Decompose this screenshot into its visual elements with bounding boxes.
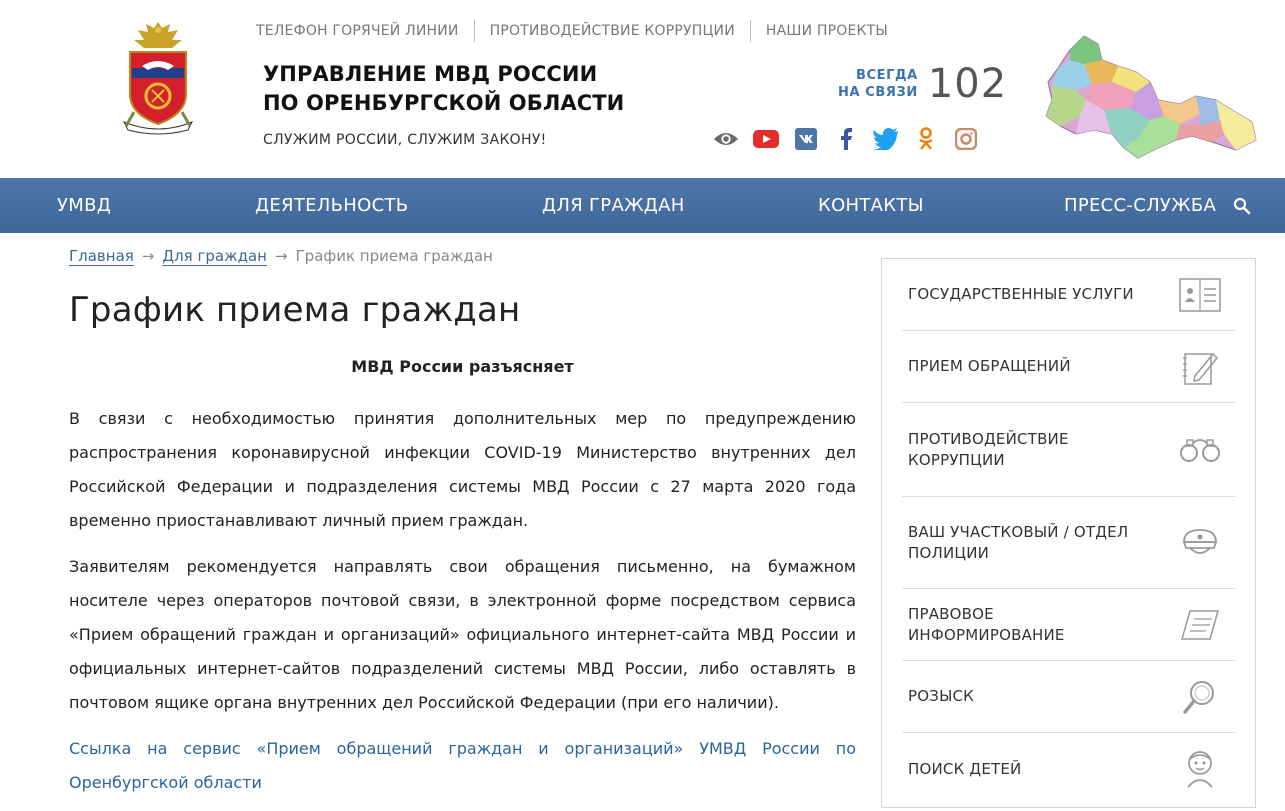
slogan: СЛУЖИМ РОССИИ, СЛУЖИМ ЗАКОНУ! <box>263 132 547 148</box>
magnifier-icon <box>1178 675 1222 719</box>
nav-item-contacts[interactable]: КОНТАКТЫ <box>818 178 924 233</box>
hotline-label-line2: НА СВЯЗИ <box>838 85 918 100</box>
breadcrumb-current: График приема граждан <box>295 247 493 265</box>
facebook-icon[interactable] <box>833 126 859 152</box>
article-paragraph: Заявителям рекомендуется направлять свои… <box>69 557 856 712</box>
sidebar-item-label: ПРОТИВОДЕЙСТВИЕ КОРРУПЦИИ <box>908 429 1069 469</box>
org-title-line2: ПО ОРЕНБУРГСКОЙ ОБЛАСТИ <box>263 91 625 115</box>
vk-icon[interactable] <box>793 126 819 152</box>
mvd-emblem-icon[interactable] <box>118 18 198 136</box>
social-links <box>713 126 979 152</box>
instagram-icon[interactable] <box>953 126 979 152</box>
hotline-block[interactable]: ВСЕГДА НА СВЯЗИ 102 <box>838 64 1007 104</box>
nav-item-for-citizens[interactable]: ДЛЯ ГРАЖДАН <box>542 178 685 233</box>
region-map-icon[interactable] <box>1040 30 1260 162</box>
search-icon[interactable] <box>1233 197 1251 215</box>
breadcrumb-section[interactable]: Для граждан <box>162 247 267 265</box>
sidebar-menu: ГОСУДАРСТВЕННЫЕ УСЛУГИ ПРИЕМ ОБРАЩЕНИЙ П… <box>881 258 1256 808</box>
sidebar-item-label: ВАШ УЧАСТКОВЫЙ / ОТДЕЛ ПОЛИЦИИ <box>908 522 1129 562</box>
document-icon <box>1178 603 1222 647</box>
hotline-number: 102 <box>927 61 1008 107</box>
sidebar-item-label: ПОИСК ДЕТЕЙ <box>908 759 1022 778</box>
article-subtitle: МВД России разъясняет <box>351 357 574 376</box>
sidebar-item-wanted[interactable]: РОЗЫСК <box>902 661 1236 733</box>
our-projects-link[interactable]: НАШИ ПРОЕКТЫ <box>749 20 903 42</box>
org-title[interactable]: УПРАВЛЕНИЕ МВД РОССИИ ПО ОРЕНБУРГСКОЙ ОБ… <box>263 60 624 118</box>
nav-item-activity[interactable]: ДЕЯТЕЛЬНОСТЬ <box>255 178 408 233</box>
top-links: ТЕЛЕФОН ГОРЯЧЕЙ ЛИНИИ ПРОТИВОДЕЙСТВИЕ КО… <box>256 20 903 42</box>
sidebar-item-label: ГОСУДАРСТВЕННЫЕ УСЛУГИ <box>908 285 1134 303</box>
article-content: МВД России разъясняет В связи с необходи… <box>69 350 856 800</box>
child-icon <box>1178 747 1222 791</box>
twitter-icon[interactable] <box>873 126 899 152</box>
page-title: График приема граждан <box>69 290 521 330</box>
handcuffs-icon <box>1178 428 1222 472</box>
org-title-line1: УПРАВЛЕНИЕ МВД РОССИИ <box>263 62 598 86</box>
article-paragraph: В связи с необходимостью принятия дополн… <box>69 409 856 530</box>
breadcrumb-home[interactable]: Главная <box>69 247 134 265</box>
breadcrumb-separator: → <box>141 247 155 265</box>
sidebar-item-appeals[interactable]: ПРИЕМ ОБРАЩЕНИЙ <box>902 331 1236 403</box>
youtube-icon[interactable] <box>753 126 779 152</box>
pencil-notepad-icon <box>1178 345 1222 389</box>
sidebar-item-label: ПРАВОВОЕ ИНФОРМИРОВАНИЕ <box>908 604 1065 644</box>
hotline-label: ВСЕГДА НА СВЯЗИ <box>838 67 918 101</box>
nav-item-umvd[interactable]: УМВД <box>57 178 111 233</box>
sidebar-item-legal-info[interactable]: ПРАВОВОЕ ИНФОРМИРОВАНИЕ <box>902 589 1236 661</box>
id-card-icon <box>1178 273 1222 317</box>
site-header: ТЕЛЕФОН ГОРЯЧЕЙ ЛИНИИ ПРОТИВОДЕЙСТВИЕ КО… <box>0 0 1285 178</box>
breadcrumb-separator: → <box>274 247 288 265</box>
nav-item-press-service[interactable]: ПРЕСС-СЛУЖБА <box>1064 178 1216 233</box>
sidebar-item-label: РОЗЫСК <box>908 687 975 705</box>
police-cap-icon <box>1178 521 1222 565</box>
main-nav: УМВД ДЕЯТЕЛЬНОСТЬ ДЛЯ ГРАЖДАН КОНТАКТЫ П… <box>0 178 1285 233</box>
hotline-label-line1: ВСЕГДА <box>855 68 918 83</box>
odnoklassniki-icon[interactable] <box>913 126 939 152</box>
service-link[interactable]: Ссылка на сервис «Прием обращений гражда… <box>69 732 856 800</box>
sidebar-item-anti-corruption[interactable]: ПРОТИВОДЕЙСТВИЕ КОРРУПЦИИ <box>902 403 1236 497</box>
eye-icon[interactable] <box>713 126 739 152</box>
breadcrumb: Главная → Для граждан → График приема гр… <box>69 247 493 265</box>
sidebar-item-child-search[interactable]: ПОИСК ДЕТЕЙ <box>902 733 1236 805</box>
sidebar-item-district-officer[interactable]: ВАШ УЧАСТКОВЫЙ / ОТДЕЛ ПОЛИЦИИ <box>902 497 1236 589</box>
anti-corruption-link[interactable]: ПРОТИВОДЕЙСТВИЕ КОРРУПЦИИ <box>473 20 750 42</box>
sidebar-item-label: ПРИЕМ ОБРАЩЕНИЙ <box>908 357 1071 375</box>
sidebar-item-gov-services[interactable]: ГОСУДАРСТВЕННЫЕ УСЛУГИ <box>902 259 1236 331</box>
hotline-link[interactable]: ТЕЛЕФОН ГОРЯЧЕЙ ЛИНИИ <box>256 20 474 42</box>
